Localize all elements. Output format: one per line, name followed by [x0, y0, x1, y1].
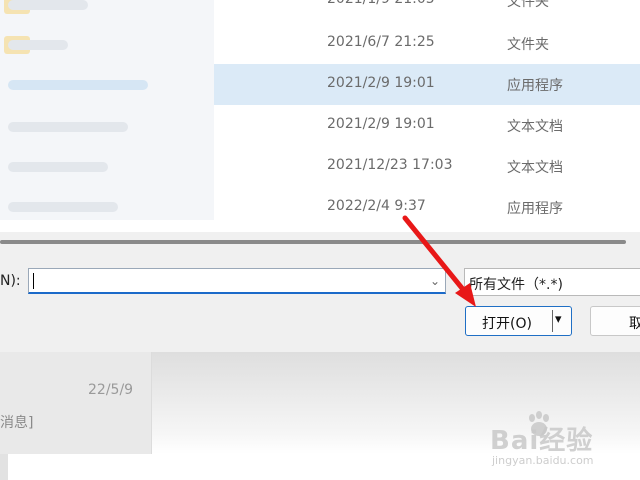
file-modified-date: 2021/12/23 17:03	[327, 157, 453, 173]
nav-item[interactable]	[8, 80, 148, 90]
file-type: 应用程序	[507, 201, 563, 217]
file-modified-date: 2021/1/9 21:05	[327, 0, 435, 7]
file-modified-date: 2021/2/9 19:01	[327, 75, 435, 91]
caret-down-icon[interactable]: ▾	[555, 312, 562, 327]
file-type: 文本文档	[507, 160, 563, 176]
chat-list-item[interactable]: 22/5/9 消息]	[0, 352, 151, 454]
file-row[interactable]: 2021/6/7 21:25 文件夹	[214, 23, 640, 64]
open-button-label: 打开(O)	[482, 316, 532, 332]
file-row[interactable]: 2021/2/9 19:01 应用程序	[214, 64, 640, 105]
watermark-brand: Bai经验	[490, 426, 594, 456]
file-row[interactable]: 2022/2/4 9:37 应用程序	[214, 187, 640, 228]
file-row[interactable]: 2021/1/9 21:05 文件夹	[214, 0, 640, 21]
file-list: 2021/1/9 21:05 文件夹 2021/6/7 21:25 文件夹 2021/2…	[0, 0, 640, 232]
open-button[interactable]: 打开(O) ▾	[465, 306, 572, 336]
nav-item[interactable]	[8, 122, 128, 132]
divider	[0, 454, 8, 480]
file-type: 应用程序	[507, 78, 563, 94]
filename-label: N):	[0, 273, 21, 289]
cancel-button[interactable]: 取	[590, 306, 640, 336]
watermark-url: jingyan.baidu.com	[492, 454, 594, 467]
cancel-button-label: 取	[629, 316, 640, 332]
chat-preview: 消息]	[0, 415, 34, 431]
file-type: 文本文档	[507, 119, 563, 135]
nav-item[interactable]	[8, 202, 118, 212]
file-modified-date: 2022/2/4 9:37	[327, 198, 426, 214]
chat-date: 22/5/9	[88, 382, 134, 398]
file-type-filter-value: 所有文件（*.*)	[469, 277, 563, 293]
file-type: 文件夹	[507, 0, 549, 10]
text-caret	[33, 273, 34, 289]
navigation-pane	[0, 0, 214, 220]
file-row[interactable]: 2021/12/23 17:03 文本文档	[214, 146, 640, 187]
nav-item[interactable]	[8, 0, 88, 10]
nav-item[interactable]	[8, 162, 108, 172]
file-modified-date: 2021/6/7 21:25	[327, 34, 435, 50]
file-modified-date: 2021/2/9 19:01	[327, 116, 435, 132]
file-dialog-footer: N): ⌄ 所有文件（*.*) 打开(O) ▾ 取	[0, 232, 640, 352]
split-divider	[552, 310, 553, 332]
file-row[interactable]: 2021/2/9 19:01 文本文档	[214, 105, 640, 146]
nav-item[interactable]	[8, 40, 68, 50]
file-type: 文件夹	[507, 37, 549, 53]
chevron-down-icon[interactable]: ⌄	[430, 274, 440, 288]
filename-input[interactable]: ⌄	[28, 268, 446, 294]
horizontal-scrollbar[interactable]	[0, 240, 626, 244]
file-type-filter[interactable]: 所有文件（*.*)	[464, 268, 640, 296]
